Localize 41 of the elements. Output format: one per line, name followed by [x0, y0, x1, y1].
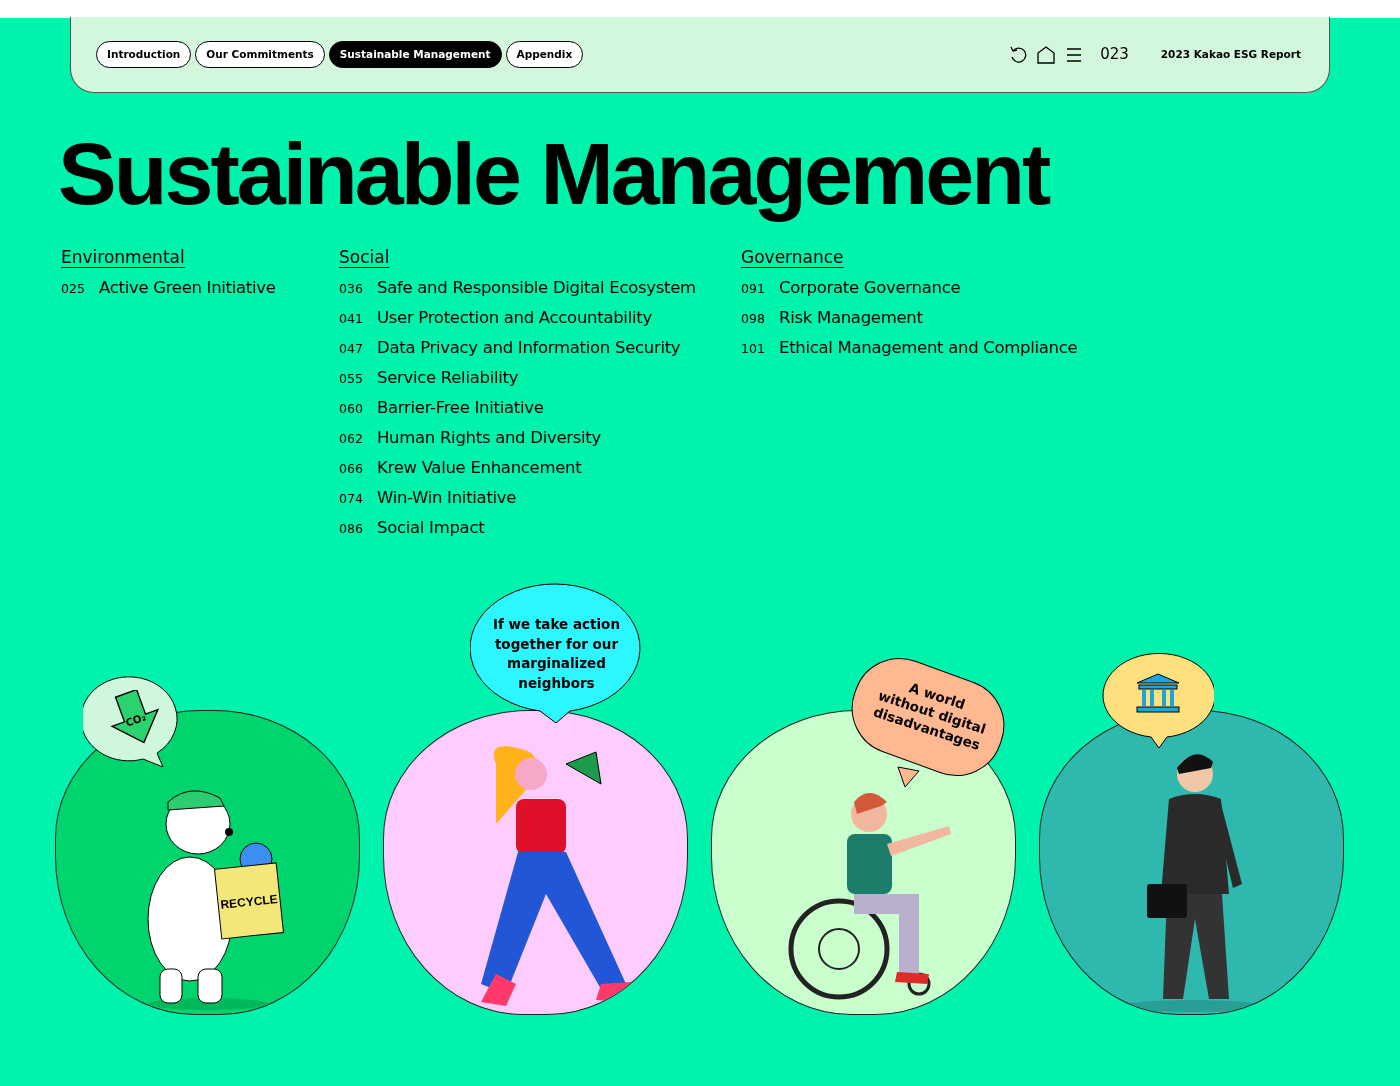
page-number: 074 — [339, 490, 364, 509]
contents-link[interactable]: Social Impact — [377, 516, 485, 541]
refresh-icon[interactable] — [1008, 44, 1029, 65]
page-number: 025 — [61, 280, 86, 299]
page-title: Sustainable Management — [58, 123, 1050, 225]
speech-text: If we take action together for our marginalized neighbors — [491, 615, 621, 693]
page-number: 041 — [339, 310, 364, 329]
nav-tab[interactable]: Sustainable Management — [328, 41, 502, 68]
page-number: 091 — [741, 280, 766, 299]
section-heading-link[interactable]: Environmental — [61, 244, 185, 271]
report-title: 2023 Kakao ESG Report — [1160, 46, 1301, 62]
contents-link[interactable]: Krew Value Enhancement — [377, 456, 582, 481]
section-heading-link[interactable]: Governance — [741, 244, 844, 271]
section-heading-link[interactable]: Social — [339, 244, 390, 271]
contents-link[interactable]: Ethical Management and Compliance — [779, 336, 1078, 361]
page-number: 060 — [339, 400, 364, 419]
page-number: 055 — [339, 370, 364, 389]
contents-link[interactable]: Win-Win Initiative — [377, 486, 517, 511]
page-number: 101 — [741, 340, 766, 359]
building-icon — [1135, 673, 1181, 713]
page-number: 023 — [1100, 44, 1129, 66]
contents-link[interactable]: Risk Management — [779, 306, 923, 331]
home-icon[interactable] — [1036, 44, 1057, 65]
contents-link[interactable]: Data Privacy and Information Security — [377, 336, 681, 361]
contents-link[interactable]: Safe and Responsible Digital Ecosystem — [377, 276, 696, 301]
page-number: 066 — [339, 460, 364, 479]
page-number: 086 — [339, 520, 364, 539]
nav-tab[interactable]: Our Commitments — [195, 41, 325, 68]
nav-tab[interactable]: Appendix — [505, 41, 584, 68]
contents-link[interactable]: Service Reliability — [377, 366, 519, 391]
page-number: 098 — [741, 310, 766, 329]
bear-drawing: RECYCLE — [127, 754, 288, 1014]
contents-link[interactable]: Corporate Governance — [779, 276, 961, 301]
page-number: 062 — [339, 430, 364, 449]
contents-link[interactable]: Barrier-Free Initiative — [377, 396, 544, 421]
contents-link[interactable]: Human Rights and Diversity — [377, 426, 601, 451]
contents-link[interactable]: User Protection and Accountability — [377, 306, 652, 331]
page-number: 047 — [339, 340, 364, 359]
nav-tab[interactable]: Introduction — [96, 41, 192, 68]
contents-link[interactable]: Active Green Initiative — [99, 276, 276, 301]
page-number: 036 — [339, 280, 364, 299]
